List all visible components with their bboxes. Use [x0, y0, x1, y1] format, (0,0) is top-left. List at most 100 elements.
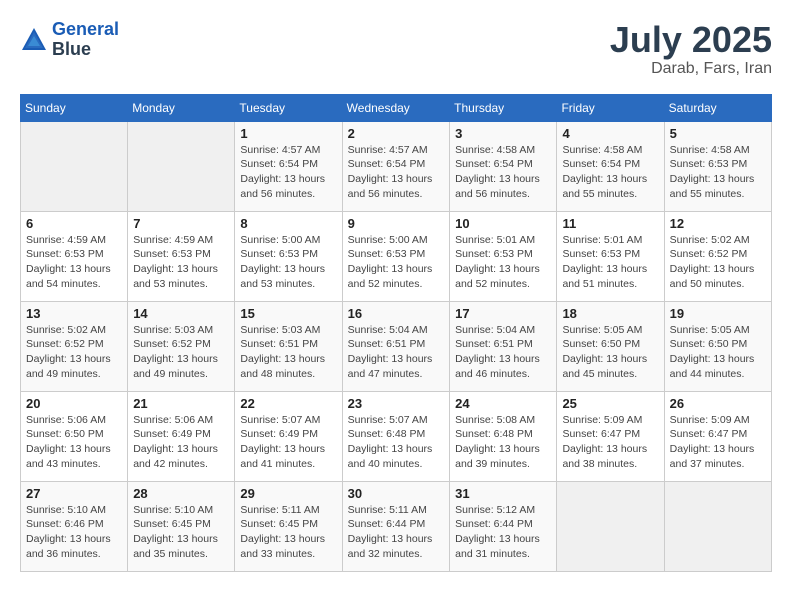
- calendar-cell: 26 Sunrise: 5:09 AMSunset: 6:47 PMDayligh…: [664, 391, 771, 481]
- day-info: Sunrise: 4:59 AMSunset: 6:53 PMDaylight:…: [133, 233, 229, 292]
- calendar-cell: [128, 121, 235, 211]
- day-info: Sunrise: 5:09 AMSunset: 6:47 PMDaylight:…: [562, 413, 658, 472]
- day-info: Sunrise: 5:11 AMSunset: 6:45 PMDaylight:…: [240, 503, 336, 562]
- day-number: 21: [133, 396, 229, 411]
- page-header: General Blue July 2025 Darab, Fars, Iran: [20, 20, 772, 78]
- day-number: 27: [26, 486, 122, 501]
- calendar-cell: 27 Sunrise: 5:10 AMSunset: 6:46 PMDayligh…: [21, 481, 128, 571]
- calendar-cell: [664, 481, 771, 571]
- calendar-cell: 30 Sunrise: 5:11 AMSunset: 6:44 PMDayligh…: [342, 481, 449, 571]
- day-number: 12: [670, 216, 766, 231]
- calendar-cell: 1Sunrise: 4:57 AMSunset: 6:54 PMDaylight…: [235, 121, 342, 211]
- calendar-cell: 9 Sunrise: 5:00 AMSunset: 6:53 PMDaylight…: [342, 211, 449, 301]
- calendar-cell: 19 Sunrise: 5:05 AMSunset: 6:50 PMDayligh…: [664, 301, 771, 391]
- weekday-header: Thursday: [450, 94, 557, 121]
- day-info: Sunrise: 5:07 AMSunset: 6:48 PMDaylight:…: [348, 413, 444, 472]
- calendar-cell: 16Sunrise: 5:04 AMSunset: 6:51 PMDayligh…: [342, 301, 449, 391]
- day-number: 6: [26, 216, 122, 231]
- day-info: Sunrise: 5:02 AMSunset: 6:52 PMDaylight:…: [26, 323, 122, 382]
- logo-blue: Blue: [52, 40, 119, 60]
- day-number: 13: [26, 306, 122, 321]
- day-info: Sunrise: 5:06 AMSunset: 6:49 PMDaylight:…: [133, 413, 229, 472]
- day-number: 18: [562, 306, 658, 321]
- calendar-cell: 6 Sunrise: 4:59 AMSunset: 6:53 PMDaylight…: [21, 211, 128, 301]
- day-number: 1: [240, 126, 336, 141]
- day-info: Sunrise: 5:10 AMSunset: 6:46 PMDaylight:…: [26, 503, 122, 562]
- day-info: Sunrise: 5:07 AMSunset: 6:49 PMDaylight:…: [240, 413, 336, 472]
- calendar-cell: 7 Sunrise: 4:59 AMSunset: 6:53 PMDaylight…: [128, 211, 235, 301]
- day-info: Sunrise: 4:59 AMSunset: 6:53 PMDaylight:…: [26, 233, 122, 292]
- day-info: Sunrise: 5:01 AMSunset: 6:53 PMDaylight:…: [455, 233, 551, 292]
- day-info: Sunrise: 4:57 AMSunset: 6:54 PMDaylight:…: [348, 143, 444, 202]
- day-info: Sunrise: 5:02 AMSunset: 6:52 PMDaylight:…: [670, 233, 766, 292]
- calendar-cell: 5 Sunrise: 4:58 AMSunset: 6:53 PMDaylight…: [664, 121, 771, 211]
- weekday-header: Saturday: [664, 94, 771, 121]
- day-number: 30: [348, 486, 444, 501]
- calendar-week-row: 13 Sunrise: 5:02 AMSunset: 6:52 PMDayligh…: [21, 301, 772, 391]
- day-number: 11: [562, 216, 658, 231]
- day-number: 14: [133, 306, 229, 321]
- calendar-cell: 10 Sunrise: 5:01 AMSunset: 6:53 PMDayligh…: [450, 211, 557, 301]
- calendar-cell: 25 Sunrise: 5:09 AMSunset: 6:47 PMDayligh…: [557, 391, 664, 481]
- logo-general: General: [52, 20, 119, 40]
- weekday-header-row: SundayMondayTuesdayWednesdayThursdayFrid…: [21, 94, 772, 121]
- calendar-cell: 21 Sunrise: 5:06 AMSunset: 6:49 PMDayligh…: [128, 391, 235, 481]
- weekday-header: Monday: [128, 94, 235, 121]
- day-number: 24: [455, 396, 551, 411]
- calendar-cell: 18Sunrise: 5:05 AMSunset: 6:50 PMDayligh…: [557, 301, 664, 391]
- day-number: 9: [348, 216, 444, 231]
- calendar-cell: 29 Sunrise: 5:11 AMSunset: 6:45 PMDayligh…: [235, 481, 342, 571]
- calendar-cell: [21, 121, 128, 211]
- day-info: Sunrise: 5:08 AMSunset: 6:48 PMDaylight:…: [455, 413, 551, 472]
- day-info: Sunrise: 5:04 AMSunset: 6:51 PMDaylight:…: [455, 323, 551, 382]
- day-number: 29: [240, 486, 336, 501]
- day-info: Sunrise: 5:11 AMSunset: 6:44 PMDaylight:…: [348, 503, 444, 562]
- calendar-cell: 22Sunrise: 5:07 AMSunset: 6:49 PMDayligh…: [235, 391, 342, 481]
- calendar-cell: 2Sunrise: 4:57 AMSunset: 6:54 PMDaylight…: [342, 121, 449, 211]
- day-number: 7: [133, 216, 229, 231]
- calendar-cell: [557, 481, 664, 571]
- day-info: Sunrise: 5:00 AMSunset: 6:53 PMDaylight:…: [348, 233, 444, 292]
- calendar-cell: 14 Sunrise: 5:03 AMSunset: 6:52 PMDayligh…: [128, 301, 235, 391]
- weekday-header: Friday: [557, 94, 664, 121]
- day-info: Sunrise: 4:58 AMSunset: 6:54 PMDaylight:…: [455, 143, 551, 202]
- day-info: Sunrise: 5:00 AMSunset: 6:53 PMDaylight:…: [240, 233, 336, 292]
- day-number: 25: [562, 396, 658, 411]
- calendar-cell: 3 Sunrise: 4:58 AMSunset: 6:54 PMDaylight…: [450, 121, 557, 211]
- day-number: 31: [455, 486, 551, 501]
- calendar-cell: 28 Sunrise: 5:10 AMSunset: 6:45 PMDayligh…: [128, 481, 235, 571]
- day-number: 8: [240, 216, 336, 231]
- calendar-cell: 4 Sunrise: 4:58 AMSunset: 6:54 PMDaylight…: [557, 121, 664, 211]
- calendar-week-row: 20Sunrise: 5:06 AMSunset: 6:50 PMDayligh…: [21, 391, 772, 481]
- calendar-cell: 11Sunrise: 5:01 AMSunset: 6:53 PMDayligh…: [557, 211, 664, 301]
- day-info: Sunrise: 5:03 AMSunset: 6:51 PMDaylight:…: [240, 323, 336, 382]
- day-info: Sunrise: 5:03 AMSunset: 6:52 PMDaylight:…: [133, 323, 229, 382]
- day-number: 19: [670, 306, 766, 321]
- calendar-title: July 2025: [610, 20, 772, 60]
- calendar-cell: 23 Sunrise: 5:07 AMSunset: 6:48 PMDayligh…: [342, 391, 449, 481]
- logo: General Blue: [20, 20, 119, 60]
- day-info: Sunrise: 5:09 AMSunset: 6:47 PMDaylight:…: [670, 413, 766, 472]
- day-number: 3: [455, 126, 551, 141]
- day-number: 5: [670, 126, 766, 141]
- calendar-week-row: 6 Sunrise: 4:59 AMSunset: 6:53 PMDaylight…: [21, 211, 772, 301]
- logo-icon: [20, 26, 48, 54]
- day-info: Sunrise: 4:58 AMSunset: 6:53 PMDaylight:…: [670, 143, 766, 202]
- day-info: Sunrise: 5:10 AMSunset: 6:45 PMDaylight:…: [133, 503, 229, 562]
- title-block: July 2025 Darab, Fars, Iran: [610, 20, 772, 78]
- weekday-header: Wednesday: [342, 94, 449, 121]
- weekday-header: Tuesday: [235, 94, 342, 121]
- day-number: 4: [562, 126, 658, 141]
- day-number: 23: [348, 396, 444, 411]
- day-number: 10: [455, 216, 551, 231]
- day-info: Sunrise: 4:58 AMSunset: 6:54 PMDaylight:…: [562, 143, 658, 202]
- calendar-week-row: 27 Sunrise: 5:10 AMSunset: 6:46 PMDayligh…: [21, 481, 772, 571]
- day-number: 28: [133, 486, 229, 501]
- day-number: 20: [26, 396, 122, 411]
- day-number: 26: [670, 396, 766, 411]
- day-number: 17: [455, 306, 551, 321]
- calendar-cell: 31Sunrise: 5:12 AMSunset: 6:44 PMDayligh…: [450, 481, 557, 571]
- weekday-header: Sunday: [21, 94, 128, 121]
- calendar-table: SundayMondayTuesdayWednesdayThursdayFrid…: [20, 94, 772, 572]
- day-info: Sunrise: 5:05 AMSunset: 6:50 PMDaylight:…: [670, 323, 766, 382]
